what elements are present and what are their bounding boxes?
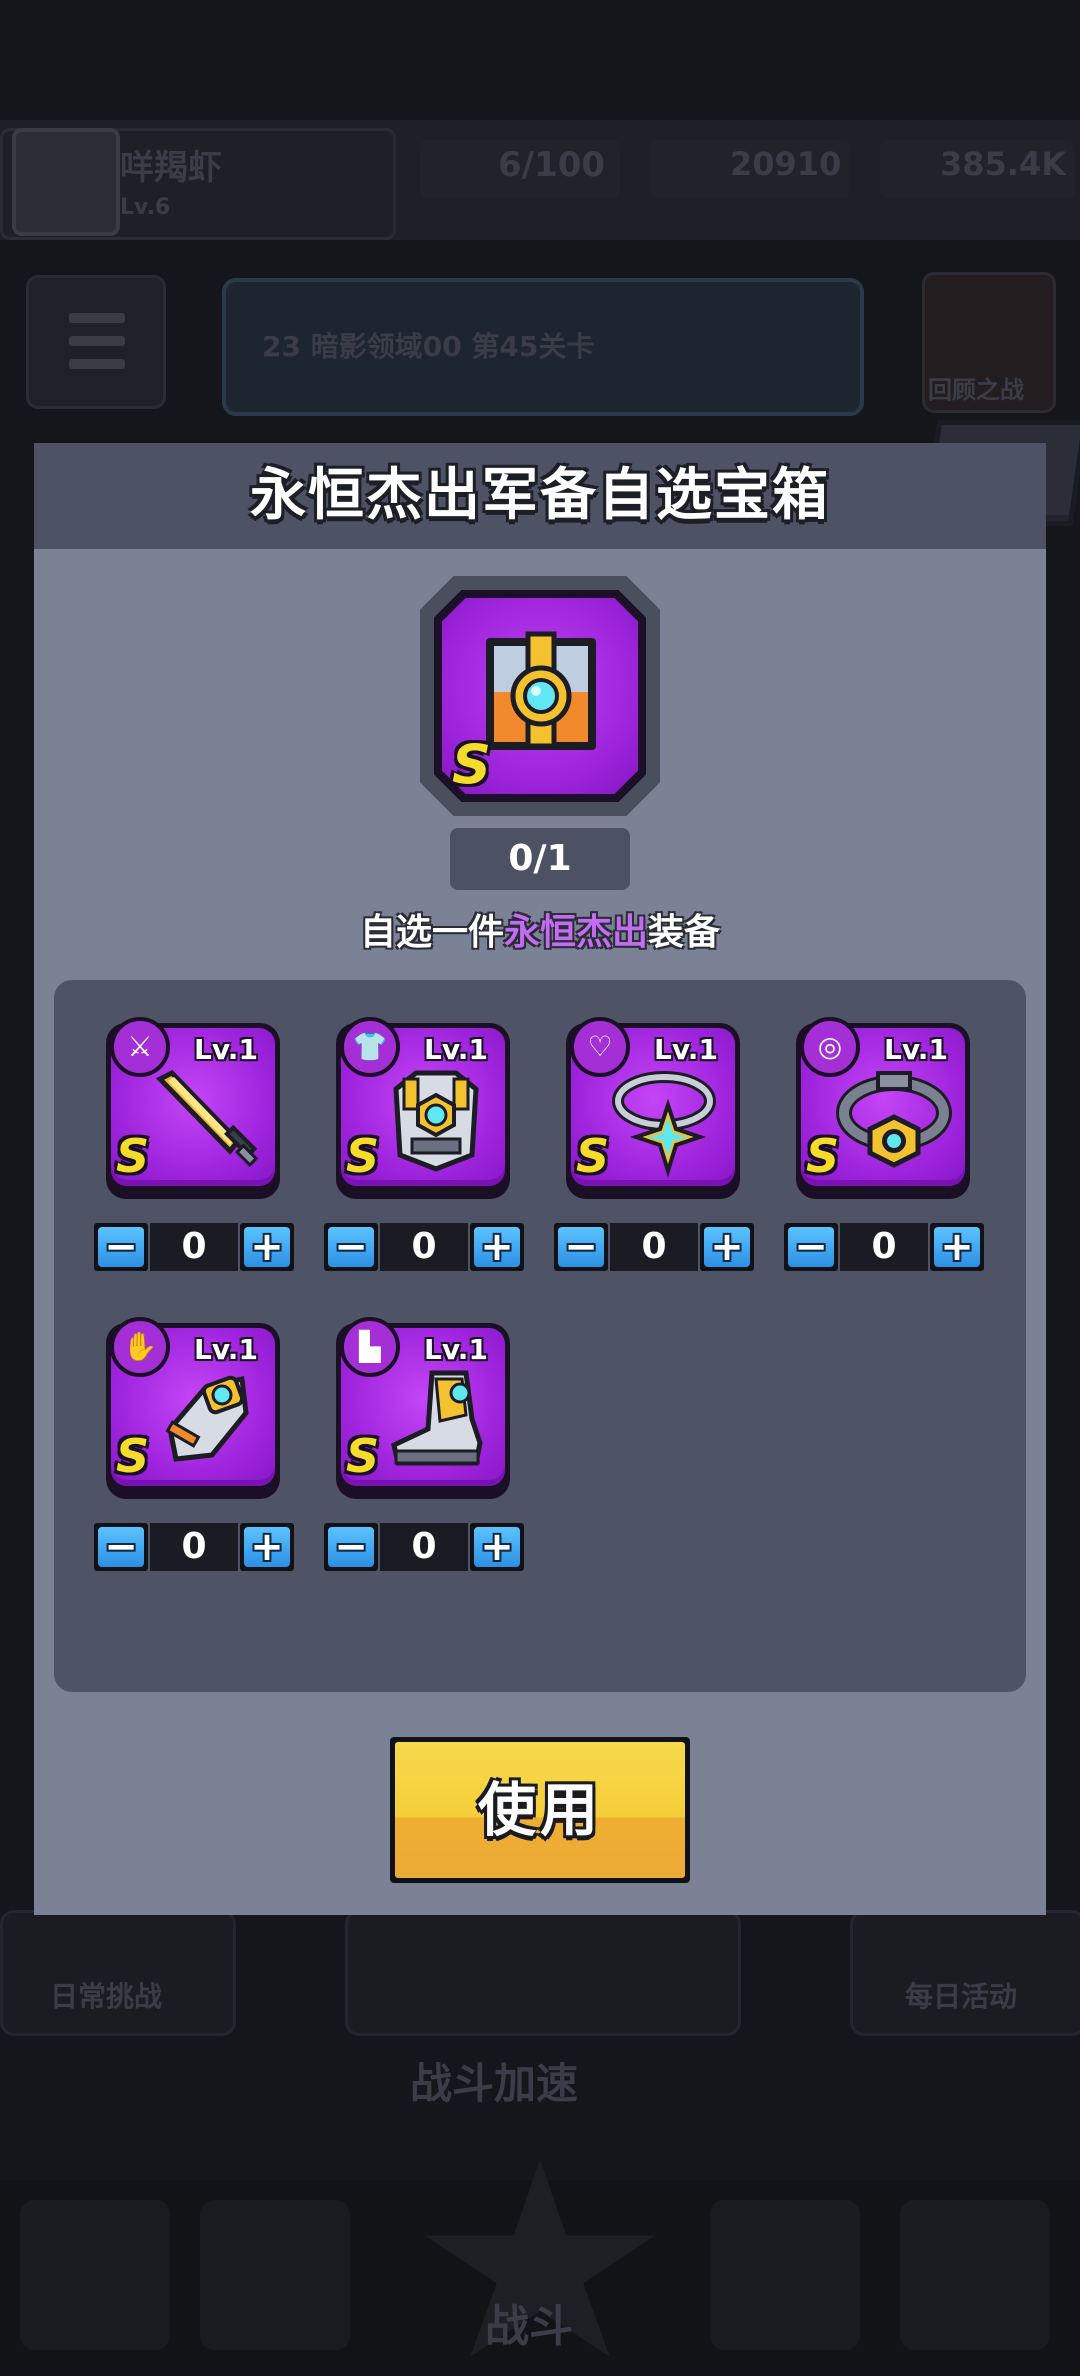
minus-icon: − <box>98 1227 144 1267</box>
mode-card-center <box>345 1910 741 2036</box>
armor-icon: 👕 <box>340 1017 400 1077</box>
item-level: Lv.1 <box>424 1333 488 1366</box>
boots-icon: ▙ <box>340 1317 400 1377</box>
plus-icon: + <box>244 1227 290 1267</box>
quantity-stepper: − 0 + <box>784 1223 984 1273</box>
belt-icon: ◎ <box>800 1017 860 1077</box>
quantity-value: 0 <box>150 1523 238 1571</box>
use-button[interactable]: 使用 <box>390 1737 690 1883</box>
necklace-art-icon <box>612 1071 716 1178</box>
gauntlet-art-icon <box>165 1375 249 1462</box>
minus-icon: − <box>98 1527 144 1567</box>
necklace-icon: ♡ <box>570 1017 630 1077</box>
sword-icon <box>155 1069 259 1168</box>
item-rank: S <box>806 1129 840 1183</box>
dialog-title: 永恒杰出军备自选宝箱 <box>250 463 830 528</box>
item-rank: S <box>116 1429 150 1483</box>
quantity-value: 0 <box>380 1523 468 1571</box>
item-card[interactable]: ▙ Lv.1 S <box>336 1317 510 1499</box>
gloves-icon: ✋ <box>110 1317 170 1377</box>
gold-value: 385.4K <box>940 145 1067 183</box>
quantity-value: 0 <box>840 1223 928 1271</box>
minus-icon: − <box>328 1227 374 1267</box>
item-rank: S <box>116 1129 150 1183</box>
decrease-button[interactable]: − <box>554 1223 608 1271</box>
quantity-stepper: − 0 + <box>324 1223 524 1273</box>
quantity-value: 0 <box>610 1223 698 1271</box>
plus-icon: + <box>704 1227 750 1267</box>
nav-guild <box>710 2200 860 2350</box>
decrease-button[interactable]: − <box>94 1223 148 1271</box>
item-card[interactable]: ◎ Lv.1 S <box>796 1017 970 1199</box>
item-level: Lv.1 <box>884 1033 948 1066</box>
energy-value: 6/100 <box>498 145 606 185</box>
subtitle-prefix: 自选一件 <box>359 912 504 953</box>
increase-button[interactable]: + <box>930 1223 984 1271</box>
decrease-button[interactable]: − <box>784 1223 838 1271</box>
increase-button[interactable]: + <box>240 1523 294 1571</box>
item-card[interactable]: ✋ Lv.1 S <box>106 1317 280 1499</box>
quantity-value: 0 <box>150 1223 238 1271</box>
chest-select-dialog: 永恒杰出军备自选宝箱 S 0/1 自选一件永恒杰出装备 ⚔ Lv.1 S − 0… <box>34 443 1046 1915</box>
item-level: Lv.1 <box>424 1033 488 1066</box>
speed-label: 战斗加速 <box>410 2059 579 2108</box>
weapon-icon: ⚔ <box>110 1017 170 1077</box>
shield-label: 回顾之战 <box>928 376 1024 404</box>
quantity-stepper: − 0 + <box>554 1223 754 1273</box>
nav-explore <box>900 2200 1050 2350</box>
increase-button[interactable]: + <box>470 1523 524 1571</box>
item-card[interactable]: 👕 Lv.1 S <box>336 1017 510 1199</box>
minus-icon: − <box>788 1227 834 1267</box>
mode-card-left <box>0 1910 236 2036</box>
quantity-stepper: − 0 + <box>94 1523 294 1573</box>
nav-battle-label: 战斗 <box>485 2301 573 2352</box>
dialog-subtitle: 自选一件永恒杰出装备 <box>34 903 1046 955</box>
item-rank: S <box>346 1429 380 1483</box>
subtitle-highlight: 永恒杰出 <box>503 912 648 953</box>
avatar <box>12 128 120 236</box>
quantity-stepper: − 0 + <box>94 1223 294 1273</box>
plus-icon: + <box>244 1527 290 1567</box>
plus-icon: + <box>474 1527 520 1567</box>
use-button-label: 使用 <box>395 1742 685 1878</box>
minus-icon: − <box>558 1227 604 1267</box>
event-text: 23 暗影领域00 第45关卡 <box>262 330 595 363</box>
increase-button[interactable]: + <box>240 1223 294 1271</box>
decrease-button[interactable]: − <box>324 1523 378 1571</box>
nav-equipment <box>200 2200 350 2350</box>
item-level: Lv.1 <box>654 1033 718 1066</box>
gems-value: 20910 <box>730 145 842 183</box>
item-card[interactable]: ♡ Lv.1 S <box>566 1017 740 1199</box>
mode-card-right <box>850 1910 1080 2036</box>
decrease-button[interactable]: − <box>94 1523 148 1571</box>
selection-counter: 0/1 <box>450 828 630 890</box>
quantity-stepper: − 0 + <box>324 1523 524 1573</box>
quantity-value: 0 <box>380 1223 468 1271</box>
nav-shop <box>20 2200 170 2350</box>
mode-left-label: 日常挑战 <box>50 1980 163 2013</box>
decrease-button[interactable]: − <box>324 1223 378 1271</box>
increase-button[interactable]: + <box>700 1223 754 1271</box>
increase-button[interactable]: + <box>470 1223 524 1271</box>
menu-button <box>26 275 166 409</box>
subtitle-suffix: 装备 <box>648 912 721 953</box>
boots-art-icon <box>391 1370 483 1466</box>
chest-rank: S <box>452 733 491 796</box>
armor-art-icon <box>393 1070 479 1172</box>
player-level: Lv.6 <box>120 195 171 220</box>
belt-art-icon <box>836 1071 952 1168</box>
item-level: Lv.1 <box>194 1033 258 1066</box>
minus-icon: − <box>328 1527 374 1567</box>
item-card[interactable]: ⚔ Lv.1 S <box>106 1017 280 1199</box>
plus-icon: + <box>934 1227 980 1267</box>
mode-right-label: 每日活动 <box>905 1980 1018 2013</box>
player-name: 咩羯虾 <box>120 148 222 188</box>
item-rank: S <box>576 1129 610 1183</box>
item-rank: S <box>346 1129 380 1183</box>
item-level: Lv.1 <box>194 1333 258 1366</box>
plus-icon: + <box>474 1227 520 1267</box>
